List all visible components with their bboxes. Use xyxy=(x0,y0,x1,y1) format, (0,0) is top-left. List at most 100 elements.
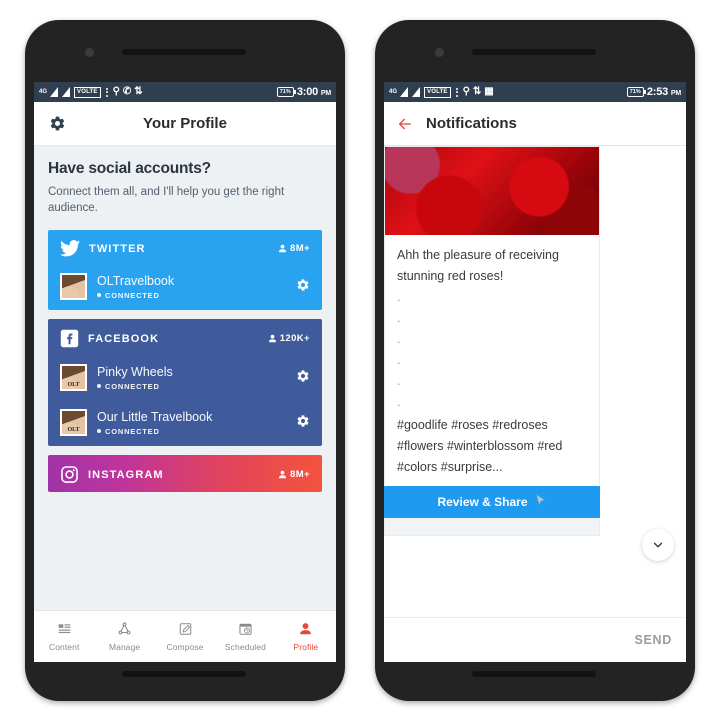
avatar-image: OLT xyxy=(62,366,85,389)
connected-account-row[interactable]: OLT Pinky Wheels CONNECTED xyxy=(48,356,322,401)
card-brand-label: FACEBOOK xyxy=(88,332,160,345)
gear-icon xyxy=(297,370,309,382)
person-icon xyxy=(279,244,286,253)
card-reach-value: 120K+ xyxy=(279,333,310,344)
front-camera-icon xyxy=(85,48,94,57)
promo-subtext: Connect them all, and I'll help you get … xyxy=(48,186,285,214)
person-icon xyxy=(268,334,276,343)
account-name: Our Little Travelbook xyxy=(97,409,213,424)
screenshot-stage: 4G VOLTE ⚲ ✆ ⇅ 71% 3:00 PM Your Profile … xyxy=(0,0,720,721)
status-dot-icon xyxy=(97,384,101,388)
nav-label: Profile xyxy=(293,641,319,652)
cursor-pointer-icon xyxy=(534,494,547,510)
nav-item-manage[interactable]: Manage xyxy=(94,621,154,652)
pin-icon: ⚲ xyxy=(462,86,470,97)
notifications-content: Ahh the pleasure of receiving stunning r… xyxy=(384,146,686,662)
kebab-menu-icon xyxy=(455,87,458,97)
person-icon xyxy=(279,470,286,479)
chevron-down-icon xyxy=(653,542,663,548)
account-status: CONNECTED xyxy=(97,382,290,391)
content-list-icon xyxy=(57,622,72,638)
nav-label: Content xyxy=(48,641,80,652)
notification-card[interactable]: Ahh the pleasure of receiving stunning r… xyxy=(384,146,600,486)
signal-bars-icon-1 xyxy=(50,87,59,97)
network-type-label: 4G xyxy=(389,88,398,95)
card-brand-label: INSTAGRAM xyxy=(88,468,164,481)
account-status-label: CONNECTED xyxy=(105,381,160,391)
social-card-twitter[interactable]: TWITTER 8M+ OLTravelbook CONNECTED xyxy=(48,230,322,310)
bluetooth-icon: ⇅ xyxy=(472,86,482,97)
spacer-dot: . xyxy=(397,332,401,346)
account-status-label: CONNECTED xyxy=(105,426,160,436)
account-meta: OLTravelbook CONNECTED xyxy=(97,274,290,300)
spacer-dot: . xyxy=(397,311,401,325)
next-notification-card-peek[interactable] xyxy=(384,518,600,536)
review-and-share-label: Review & Share xyxy=(437,495,528,509)
account-meta: Pinky Wheels CONNECTED xyxy=(97,365,290,391)
compose-pencil-icon xyxy=(178,622,193,638)
facebook-icon xyxy=(60,329,79,348)
signal-bars-icon-1 xyxy=(400,87,409,97)
nav-item-content[interactable]: Content xyxy=(34,622,94,652)
image-icon: ▦ xyxy=(484,86,494,97)
avatar-watermark: OLT xyxy=(67,382,80,388)
account-status: CONNECTED xyxy=(97,427,290,436)
nav-item-compose[interactable]: Compose xyxy=(155,622,215,652)
scroll-down-fab[interactable] xyxy=(642,529,674,561)
avatar xyxy=(60,273,87,300)
account-meta: Our Little Travelbook CONNECTED xyxy=(97,410,290,436)
avatar: OLT xyxy=(60,364,87,391)
promo-heading: Have social accounts? xyxy=(48,160,211,177)
gear-icon xyxy=(297,415,309,427)
social-card-instagram[interactable]: INSTAGRAM 8M+ xyxy=(48,455,322,492)
back-button[interactable] xyxy=(384,116,426,132)
nav-label: Compose xyxy=(166,641,204,652)
avatar-image xyxy=(62,275,85,298)
app-bar-left: Your Profile xyxy=(34,102,336,146)
pin-icon: ⚲ xyxy=(112,86,120,97)
status-bar-left: 4G VOLTE ⚲ ✆ ⇅ 71% 3:00 PM xyxy=(34,82,336,102)
phone-screen-left: 4G VOLTE ⚲ ✆ ⇅ 71% 3:00 PM Your Profile … xyxy=(34,82,336,662)
account-settings-button[interactable] xyxy=(296,278,310,295)
account-name: OLTravelbook xyxy=(97,273,175,288)
account-status: CONNECTED xyxy=(97,291,290,300)
send-bar: SEND xyxy=(384,617,686,662)
bottom-navigation: Content Manage Compose Scheduled Profile xyxy=(34,610,336,662)
send-button[interactable]: SEND xyxy=(634,633,672,647)
review-and-share-button[interactable]: Review & Share xyxy=(384,486,600,518)
card-reach-value: 8M+ xyxy=(290,243,310,254)
phone-device-left: 4G VOLTE ⚲ ✆ ⇅ 71% 3:00 PM Your Profile … xyxy=(25,20,345,701)
nav-label: Manage xyxy=(108,641,141,652)
account-status-label: CONNECTED xyxy=(105,290,160,300)
account-name: Pinky Wheels xyxy=(97,364,173,379)
gear-icon xyxy=(297,279,309,291)
notification-hashtags: #goodlife #roses #redroses #flowers #win… xyxy=(397,418,563,474)
network-type-label: 4G xyxy=(39,88,48,95)
spacer-dot: . xyxy=(397,353,401,367)
phone-device-right: 4G VOLTE ⚲ ⇅ ▦ 71% 2:53 PM Notifications xyxy=(375,20,695,701)
speaker-grille xyxy=(122,671,246,677)
account-settings-button[interactable] xyxy=(296,414,310,431)
signal-bars-icon-2 xyxy=(62,87,71,97)
avatar-watermark: OLT xyxy=(67,427,80,433)
nav-item-scheduled[interactable]: Scheduled xyxy=(215,622,275,652)
notification-body: Ahh the pleasure of receiving stunning r… xyxy=(385,235,599,486)
network-nodes-icon xyxy=(117,621,132,638)
nav-item-profile[interactable]: Profile xyxy=(276,622,336,652)
connected-account-row[interactable]: OLT Our Little Travelbook CONNECTED xyxy=(48,401,322,446)
earpiece-grille xyxy=(472,49,596,55)
battery-icon: 71% xyxy=(626,87,646,97)
card-header-facebook: FACEBOOK 120K+ xyxy=(48,319,322,356)
speaker-grille xyxy=(472,671,596,677)
notification-message: Ahh the pleasure of receiving stunning r… xyxy=(397,248,559,283)
connected-account-row[interactable]: OLTravelbook CONNECTED xyxy=(48,265,322,310)
card-header-instagram: INSTAGRAM 8M+ xyxy=(48,455,322,492)
signal-bars-icon-2 xyxy=(412,87,421,97)
nav-label: Scheduled xyxy=(224,641,266,652)
promo-banner: Have social accounts? Connect them all, … xyxy=(34,146,336,228)
status-bar-clock: 2:53 PM xyxy=(646,86,681,98)
spacer-dot: . xyxy=(397,395,401,409)
status-dot-icon xyxy=(97,429,101,433)
social-card-facebook[interactable]: FACEBOOK 120K+ OLT Pinky Wheels CONNECTE… xyxy=(48,319,322,446)
account-settings-button[interactable] xyxy=(296,369,310,386)
